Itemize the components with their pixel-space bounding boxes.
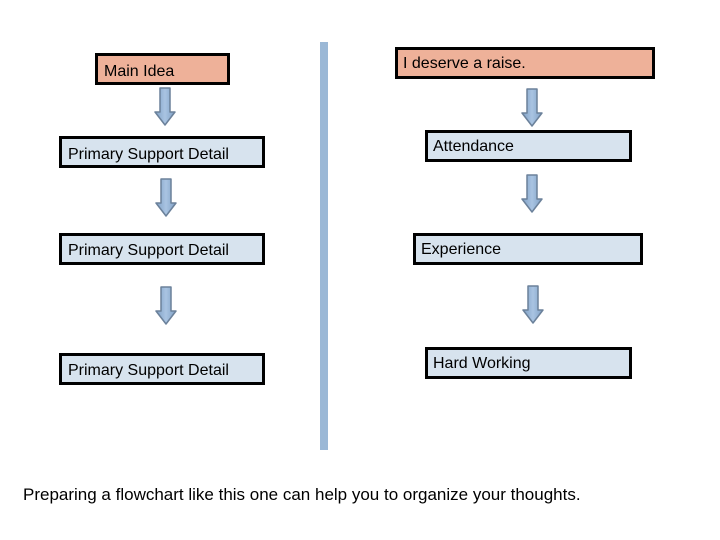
down-arrow-icon — [155, 178, 177, 218]
left-detail-label-1: Primary Support Detail — [68, 146, 229, 163]
left-detail-label-2: Primary Support Detail — [68, 242, 229, 259]
caption-text: Preparing a flowchart like this one can … — [23, 485, 581, 504]
down-arrow-icon — [521, 174, 543, 214]
right-detail-label-3: Hard Working — [433, 355, 531, 372]
left-detail-box-2: Primary Support Detail — [59, 233, 265, 265]
right-detail-label-2: Experience — [421, 241, 502, 258]
down-arrow-icon — [155, 286, 177, 326]
right-detail-label-1: Attendance — [433, 138, 514, 155]
left-main-idea-box: Main Idea — [95, 53, 230, 85]
right-detail-box-3: Hard Working — [425, 347, 632, 379]
left-detail-label-3: Primary Support Detail — [68, 362, 229, 379]
right-main-idea-box: I deserve a raise. — [395, 47, 655, 79]
column-divider — [320, 42, 328, 450]
right-main-idea-label: I deserve a raise. — [403, 55, 526, 72]
down-arrow-icon — [521, 88, 543, 128]
right-detail-box-1: Attendance — [425, 130, 632, 162]
down-arrow-icon — [522, 285, 544, 325]
right-detail-box-2: Experience — [413, 233, 643, 265]
left-detail-box-3: Primary Support Detail — [59, 353, 265, 385]
left-detail-box-1: Primary Support Detail — [59, 136, 265, 168]
down-arrow-icon — [154, 87, 176, 127]
left-main-idea-label: Main Idea — [104, 63, 175, 80]
